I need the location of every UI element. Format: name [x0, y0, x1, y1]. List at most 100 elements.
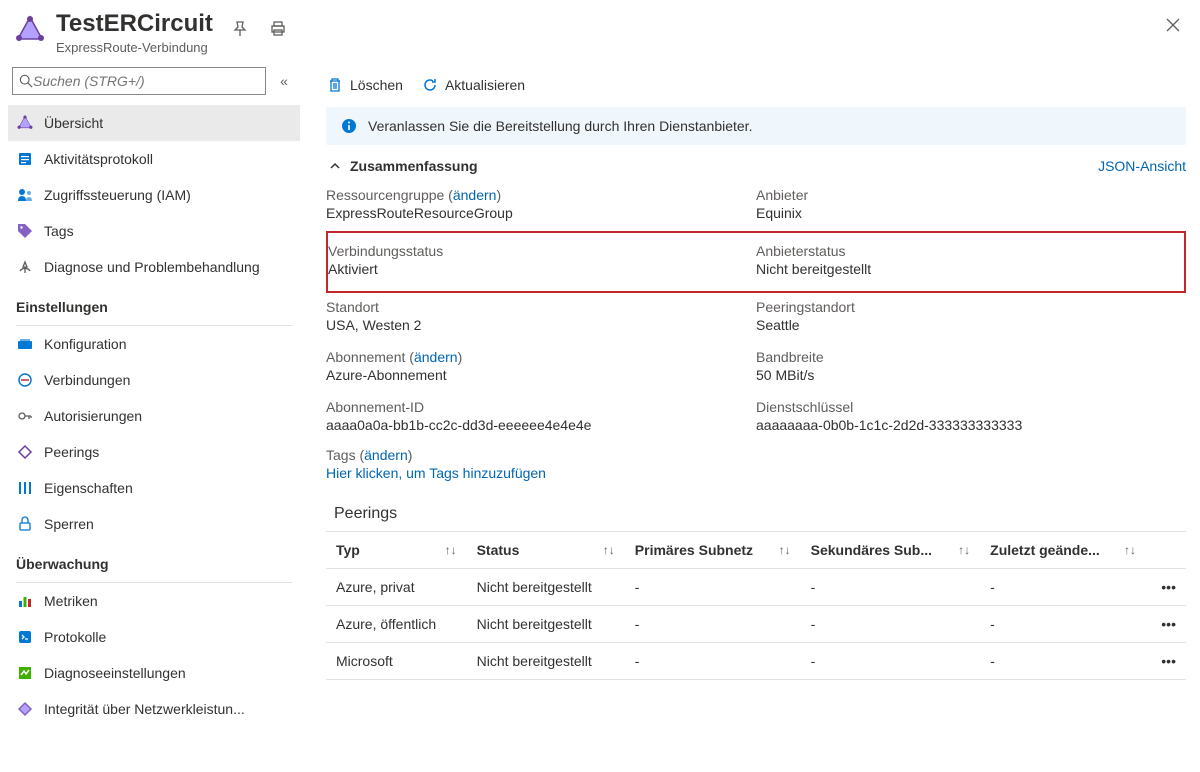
nav-label: Konfiguration	[44, 336, 127, 352]
tags-add-link[interactable]: Hier klicken, um Tags hinzuzufügen	[326, 465, 1186, 481]
service-key-value: aaaaaaaa-0b0b-1c1c-2d2d-333333333333	[756, 417, 1186, 433]
nav-label: Protokolle	[44, 629, 106, 645]
summary-header: Zusammenfassung	[350, 158, 478, 174]
peering-loc-value: Seattle	[756, 317, 1186, 333]
table-row[interactable]: Microsoft Nicht bereitgestellt - - - •••	[326, 643, 1186, 680]
nav-properties[interactable]: Eigenschaften	[8, 470, 300, 506]
nav-activity-log[interactable]: Aktivitätsprotokoll	[8, 141, 300, 177]
properties-icon	[16, 479, 34, 497]
info-text: Veranlassen Sie die Bereitstellung durch…	[368, 118, 752, 134]
nav-label: Metriken	[44, 593, 98, 609]
nav-diagnose[interactable]: Diagnose und Problembehandlung	[8, 249, 300, 285]
nav-diag-settings[interactable]: Diagnoseeinstellungen	[8, 655, 300, 691]
nav-label: Autorisierungen	[44, 408, 142, 424]
nav-authorizations[interactable]: Autorisierungen	[8, 398, 300, 434]
refresh-button[interactable]: Aktualisieren	[421, 76, 525, 94]
table-row[interactable]: Azure, privat Nicht bereitgestellt - - -…	[326, 569, 1186, 606]
nav-label: Übersicht	[44, 115, 103, 131]
nav-label: Diagnose und Problembehandlung	[44, 259, 260, 275]
key-icon	[16, 407, 34, 425]
rg-label: Ressourcengruppe	[326, 187, 444, 203]
info-bar: Veranlassen Sie die Bereitstellung durch…	[326, 107, 1186, 145]
resource-icon	[14, 14, 46, 46]
diagnose-icon	[16, 258, 34, 276]
location-value: USA, Westen 2	[326, 317, 756, 333]
metrics-icon	[16, 592, 34, 610]
nav-label: Peerings	[44, 444, 99, 460]
sort-icon: ↑↓	[958, 543, 970, 557]
overview-icon	[16, 114, 34, 132]
nav-network-health[interactable]: Integrität über Netzwerkleistun...	[8, 691, 300, 727]
nav-label: Integrität über Netzwerkleistun...	[44, 701, 245, 717]
connections-icon	[16, 371, 34, 389]
col-last[interactable]: Zuletzt geände...↑↓	[980, 532, 1146, 569]
sort-icon: ↑↓	[1124, 543, 1136, 557]
lock-icon	[16, 515, 34, 533]
chevron-up-icon[interactable]	[326, 157, 344, 175]
sub-id-value: aaaa0a0a-bb1b-cc2c-dd3d-eeeeee4e4e4e	[326, 417, 756, 433]
tags-label: Tags	[326, 447, 356, 463]
nav-label: Tags	[44, 223, 74, 239]
page-title: TestERCircuit	[56, 10, 213, 38]
rg-value[interactable]: ExpressRouteResourceGroup	[326, 205, 756, 221]
nav-tags[interactable]: Tags	[8, 213, 300, 249]
cmd-label: Löschen	[350, 77, 403, 93]
search-input-wrapper[interactable]	[12, 67, 266, 95]
sub-id-label: Abonnement-ID	[326, 399, 756, 415]
collapse-sidebar-button[interactable]: «	[272, 73, 296, 89]
nav-label: Verbindungen	[44, 372, 130, 388]
peering-loc-label: Peeringstandort	[756, 299, 1186, 315]
row-more-button[interactable]: •••	[1146, 569, 1186, 606]
bandwidth-value: 50 MBit/s	[756, 367, 1186, 383]
rg-change-link[interactable]: ändern	[453, 187, 497, 203]
network-health-icon	[16, 700, 34, 718]
service-key-label: Dienstschlüssel	[756, 399, 1186, 415]
section-settings: Einstellungen	[8, 285, 300, 321]
sort-icon: ↑↓	[779, 543, 791, 557]
nav-connections[interactable]: Verbindungen	[8, 362, 300, 398]
search-icon	[19, 74, 33, 88]
nav-label: Eigenschaften	[44, 480, 133, 496]
trash-icon	[326, 76, 344, 94]
nav-logs[interactable]: Protokolle	[8, 619, 300, 655]
tags-icon	[16, 222, 34, 240]
close-button[interactable]	[1166, 16, 1180, 37]
pin-button[interactable]	[227, 16, 253, 42]
cmd-label: Aktualisieren	[445, 77, 525, 93]
row-more-button[interactable]: •••	[1146, 606, 1186, 643]
json-view-link[interactable]: JSON-Ansicht	[1098, 158, 1186, 174]
nav-metrics[interactable]: Metriken	[8, 583, 300, 619]
sub-change-link[interactable]: ändern	[414, 349, 458, 365]
section-monitoring: Überwachung	[8, 542, 300, 578]
col-primary[interactable]: Primäres Subnetz↑↓	[625, 532, 801, 569]
refresh-icon	[421, 76, 439, 94]
nav-peerings[interactable]: Peerings	[8, 434, 300, 470]
col-secondary[interactable]: Sekundäres Sub...↑↓	[801, 532, 981, 569]
nav-overview[interactable]: Übersicht	[8, 105, 300, 141]
nav-label: Diagnoseeinstellungen	[44, 665, 186, 681]
nav-iam[interactable]: Zugriffssteuerung (IAM)	[8, 177, 300, 213]
print-button[interactable]	[265, 16, 291, 42]
table-row[interactable]: Azure, öffentlich Nicht bereitgestellt -…	[326, 606, 1186, 643]
conn-status-value: Aktiviert	[328, 261, 756, 277]
nav-configuration[interactable]: Konfiguration	[8, 326, 300, 362]
bandwidth-label: Bandbreite	[756, 349, 1186, 365]
activity-log-icon	[16, 150, 34, 168]
conn-status-label: Verbindungsstatus	[328, 243, 756, 259]
provider-label: Anbieter	[756, 187, 1186, 203]
provider-value: Equinix	[756, 205, 1186, 221]
sub-label: Abonnement	[326, 349, 405, 365]
nav-locks[interactable]: Sperren	[8, 506, 300, 542]
nav-label: Zugriffssteuerung (IAM)	[44, 187, 191, 203]
col-status[interactable]: Status↑↓	[467, 532, 625, 569]
peerings-title: Peerings	[326, 497, 1186, 531]
status-highlight: Verbindungsstatus Aktiviert Anbieterstat…	[326, 231, 1186, 293]
configuration-icon	[16, 335, 34, 353]
col-type[interactable]: Typ↑↓	[326, 532, 467, 569]
delete-button[interactable]: Löschen	[326, 76, 403, 94]
row-more-button[interactable]: •••	[1146, 643, 1186, 680]
search-input[interactable]	[33, 73, 259, 89]
info-icon	[340, 117, 358, 135]
tags-change-link[interactable]: ändern	[364, 447, 408, 463]
sub-value[interactable]: Azure-Abonnement	[326, 367, 756, 383]
